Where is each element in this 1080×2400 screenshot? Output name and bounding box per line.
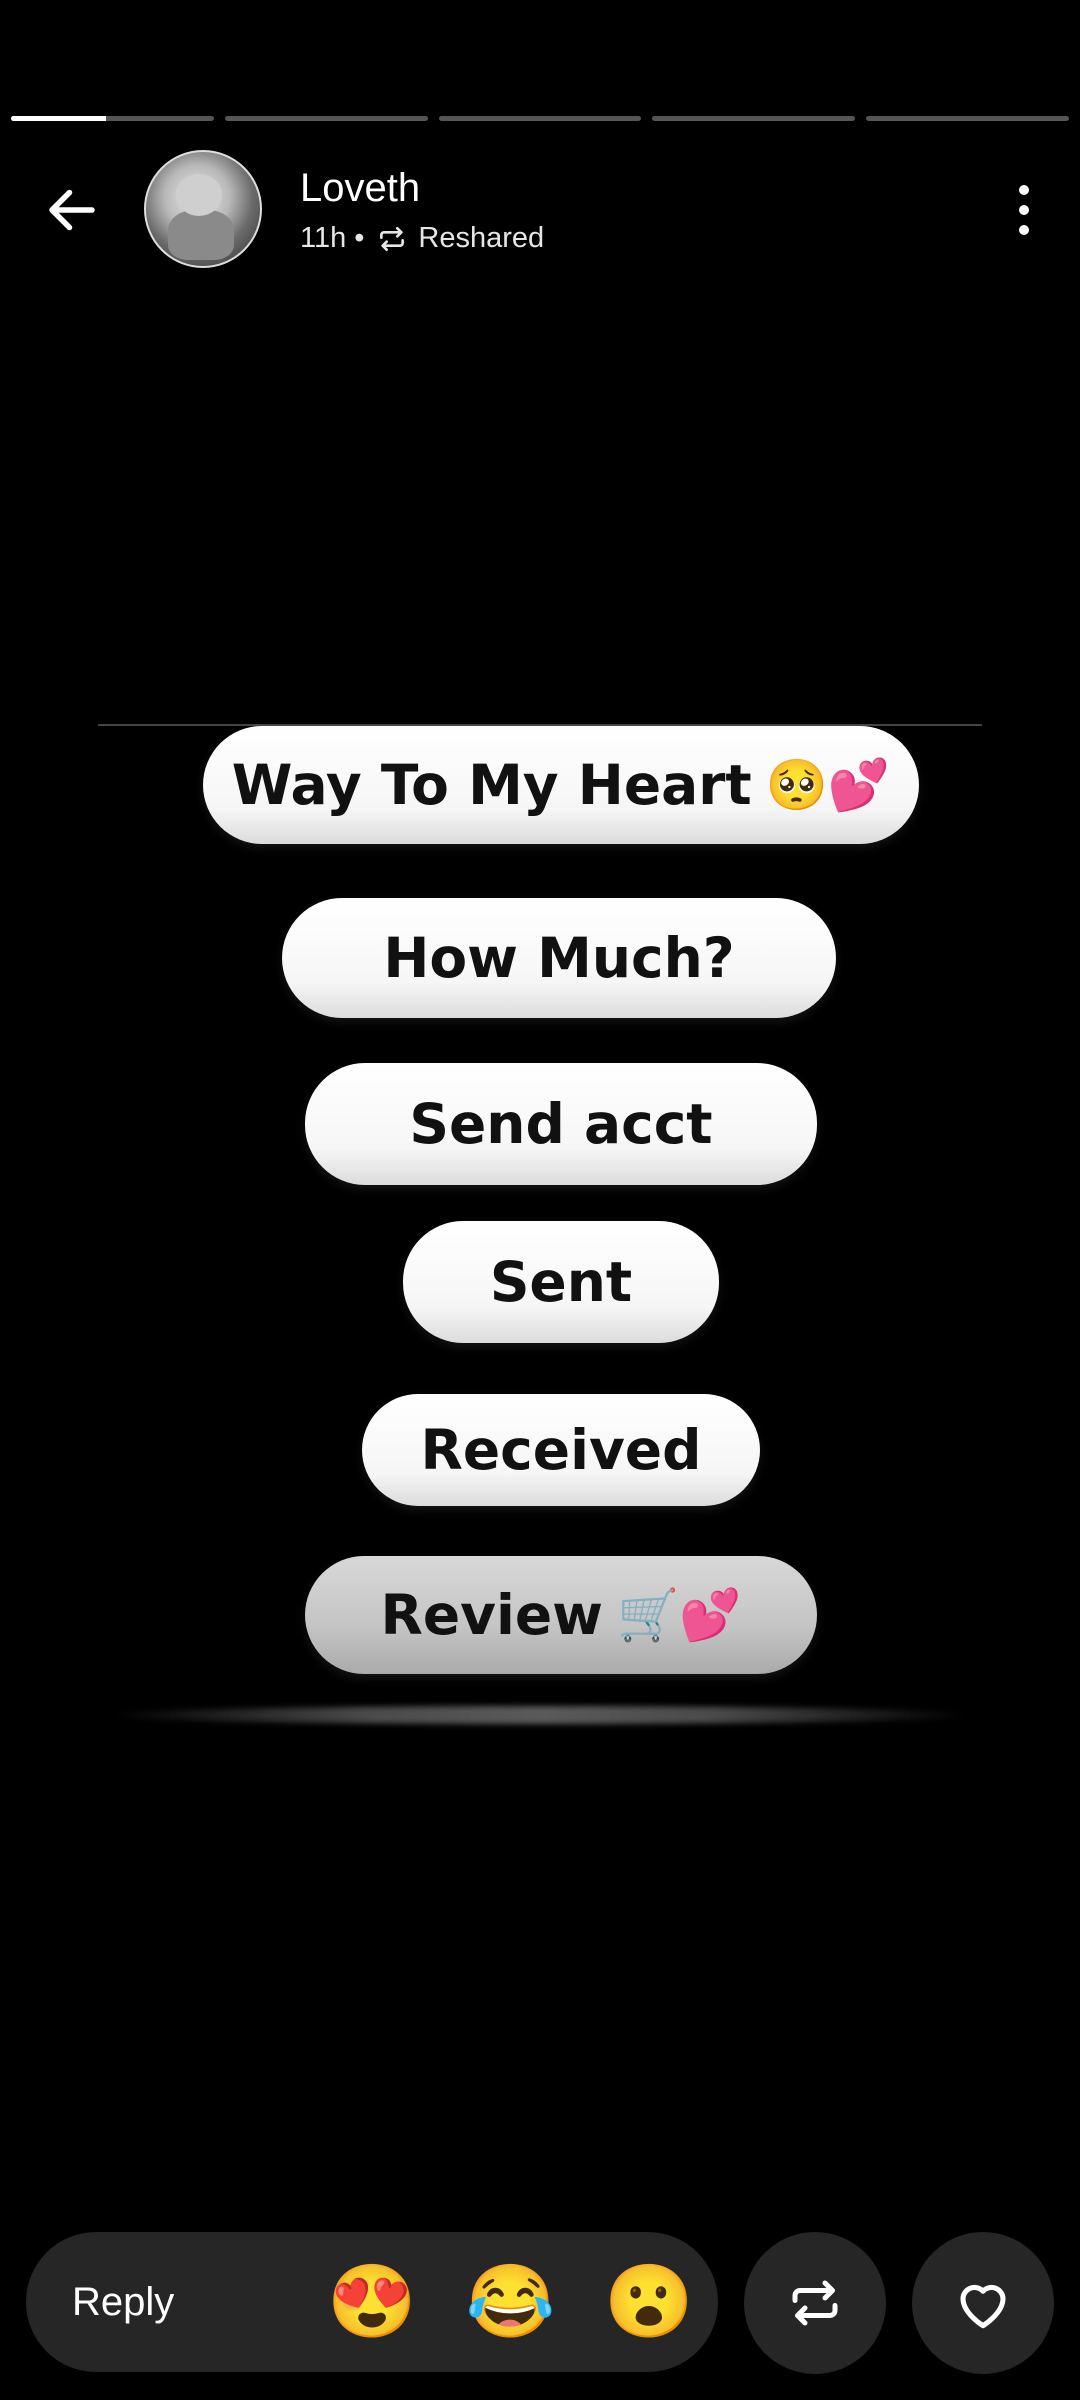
pill-emoji: 🥺💕: [765, 755, 891, 814]
more-vertical-icon: [1019, 185, 1029, 235]
meta-separator: •: [354, 222, 365, 254]
surprised-reaction[interactable]: 😮: [580, 2266, 718, 2338]
heart-icon: [960, 2284, 1006, 2329]
pill-text: Review: [380, 1583, 603, 1647]
message-pill: Review 🛒💕: [305, 1556, 817, 1674]
pill-text: Received: [420, 1418, 702, 1482]
message-pill: Send acct: [305, 1063, 817, 1185]
progress-segment: [11, 116, 214, 121]
heart-eyes-reaction[interactable]: 😍: [303, 2266, 441, 2338]
progress-segment: [438, 116, 642, 121]
progress-segment: [652, 116, 856, 121]
pill-text: Send acct: [409, 1092, 713, 1156]
arrow-left-icon: [49, 189, 95, 231]
laughing-reaction[interactable]: 😂: [441, 2266, 579, 2338]
message-pill: Received: [362, 1394, 760, 1506]
divider: [110, 1706, 970, 1724]
message-pill: Way To My Heart 🥺💕: [203, 726, 919, 844]
like-button[interactable]: [912, 2232, 1054, 2374]
back-button[interactable]: [36, 178, 108, 242]
pill-emoji: 🛒💕: [616, 1585, 742, 1644]
message-pill: Sent: [403, 1221, 719, 1343]
bottom-bar: Reply 😍 😂 😮: [0, 2232, 1080, 2376]
pill-text: How Much?: [383, 926, 735, 990]
message-pill: How Much?: [282, 898, 836, 1018]
reshare-icon: [792, 2280, 838, 2326]
reshare-button[interactable]: [744, 2232, 886, 2374]
avatar[interactable]: [144, 150, 262, 268]
story-header: Loveth 11h • Reshared: [0, 148, 1080, 270]
progress-segment: [866, 116, 1069, 121]
story-progress: [11, 116, 1069, 122]
story-viewer: Loveth 11h • Reshared Way To My Heart 🥺💕: [0, 0, 1080, 2400]
pill-text: Sent: [489, 1250, 633, 1314]
reshare-icon: [376, 223, 408, 255]
reply-label[interactable]: Reply: [72, 2280, 303, 2325]
story-image: Way To My Heart 🥺💕 How Much? Send acct S…: [0, 700, 1080, 1750]
pill-text: Way To My Heart: [231, 753, 752, 817]
story-meta: 11h • Reshared: [300, 222, 544, 255]
user-name[interactable]: Loveth: [300, 166, 420, 211]
reshared-label: Reshared: [418, 222, 545, 254]
reply-input[interactable]: Reply 😍 😂 😮: [26, 2232, 718, 2372]
more-options-button[interactable]: [992, 178, 1056, 242]
post-time: 11h: [300, 222, 347, 254]
progress-segment: [224, 116, 428, 121]
